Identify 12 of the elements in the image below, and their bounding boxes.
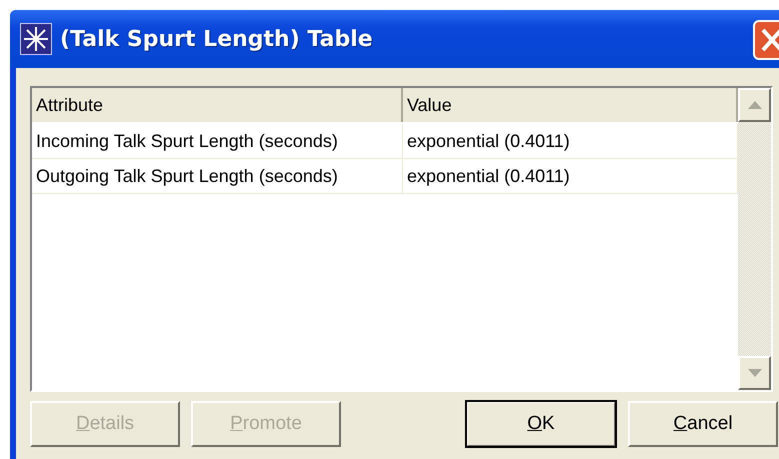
window-title: (Talk Spurt Length) Table	[60, 26, 373, 52]
dialog-button[interactable]: Cancel	[628, 401, 778, 447]
scroll-up-button[interactable]	[738, 88, 771, 122]
app-icon	[20, 23, 52, 55]
scrollbar[interactable]	[738, 88, 771, 390]
table-cell: Incoming Talk Spurt Length (seconds)	[32, 124, 403, 158]
up-arrow-icon	[748, 101, 762, 109]
dialog-button[interactable]: OK	[466, 401, 616, 447]
column-header[interactable]: Attribute	[32, 88, 403, 122]
scroll-down-button[interactable]	[738, 356, 771, 390]
table-cell: Outgoing Talk Spurt Length (seconds)	[32, 159, 403, 193]
down-arrow-icon	[748, 369, 762, 377]
